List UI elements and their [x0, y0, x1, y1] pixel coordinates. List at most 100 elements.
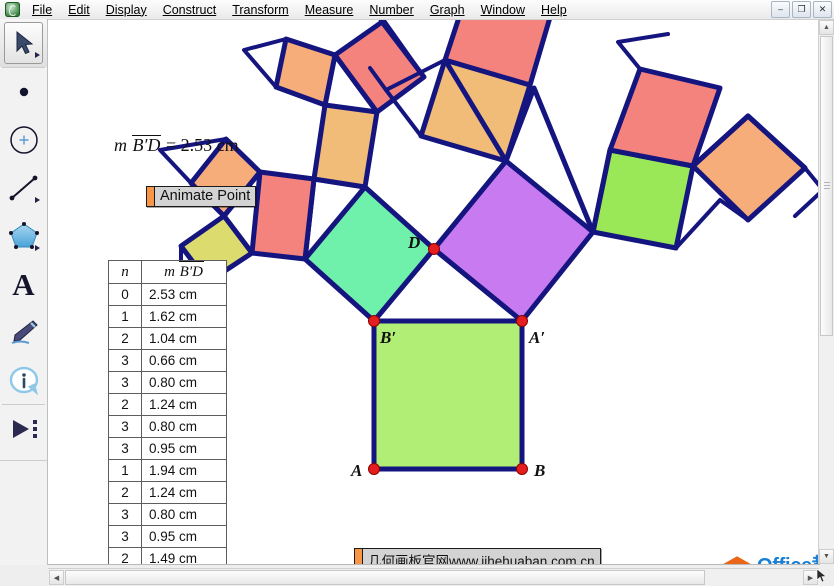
arrow-icon [16, 30, 33, 55]
table-cell-n: 3 [108, 371, 142, 394]
table-cell-n: 0 [108, 283, 142, 306]
action-button-accent-bar [147, 187, 155, 206]
table-row: 3 0.66 cm [108, 349, 227, 372]
table-row: 3 0.80 cm [108, 415, 227, 438]
menu-item-help[interactable]: Help [533, 2, 575, 18]
table-cell-measure: 0.80 cm [141, 503, 227, 526]
horizontal-scrollbar[interactable]: ◀ ▶ [48, 568, 819, 586]
table-cell-n: 1 [108, 459, 142, 482]
table-row: 3 0.80 cm [108, 503, 227, 526]
menu-item-file[interactable]: File [24, 2, 60, 18]
toolbox-empty-area [0, 460, 48, 565]
table-row: 2 1.04 cm [108, 327, 227, 350]
watermark-button[interactable]: 几何画板官网www.jihehuaban.com.cn [354, 548, 601, 564]
square-salmon-rr [607, 66, 723, 169]
table-cell-n: 3 [108, 437, 142, 460]
toolbox: A [0, 19, 48, 460]
logo-text: Office教程网 www.office26.com [757, 556, 819, 564]
square-salmon-ll [249, 169, 317, 262]
menu-item-window[interactable]: Window [473, 2, 533, 18]
menu-item-construct[interactable]: Construct [155, 2, 225, 18]
point-A-prime [516, 315, 528, 327]
table-row: 1 1.62 cm [108, 305, 227, 328]
information-tool[interactable] [0, 356, 47, 404]
restore-button[interactable]: ❐ [792, 1, 811, 18]
table-row: 1 1.94 cm [108, 459, 227, 482]
chevron-flyout-icon[interactable] [35, 52, 40, 58]
table-cell-n: 3 [108, 415, 142, 438]
measurement-equals: = [165, 135, 177, 155]
office-hex-icon [722, 556, 752, 564]
label-A: A [350, 461, 362, 480]
table-row: 0 2.53 cm [108, 283, 227, 306]
square-salmon-lr2 [332, 20, 427, 115]
menu-item-display[interactable]: Display [98, 2, 155, 18]
custom-tools[interactable] [0, 405, 47, 453]
play-triangle-icon [12, 420, 37, 438]
horizontal-scroll-thumb[interactable] [65, 570, 705, 585]
info-bubble-icon [9, 366, 38, 395]
table-row: 2 1.49 cm [108, 547, 227, 564]
point-B [516, 463, 528, 475]
measurement-table[interactable]: n m B′D 0 2.53 cm 1 1.62 cm 2 1.04 cm 3 0.66 cm… [108, 260, 227, 564]
table-row: 2 1.24 cm [108, 393, 227, 416]
action-button-accent-bar [355, 549, 363, 564]
square-purple [431, 158, 596, 324]
square-lorange-b [273, 36, 338, 108]
point-D [428, 243, 440, 255]
window-controls: – ❐ ✕ [771, 1, 832, 18]
table-row: 3 0.95 cm [108, 437, 227, 460]
sketch-canvas[interactable]: A B B′ A′ D m B′D = 2.53 cm Animate Poin… [48, 20, 820, 565]
straightedge-tool[interactable] [0, 164, 47, 212]
point-tool[interactable] [0, 68, 47, 116]
column-header-measure: m B′D [141, 260, 227, 284]
logo-title: Office教程网 [757, 556, 819, 564]
menu-item-edit[interactable]: Edit [60, 2, 98, 18]
square-lorange-rr2 [690, 113, 808, 223]
menu-item-graph[interactable]: Graph [422, 2, 473, 18]
table-cell-measure: 0.66 cm [141, 349, 227, 372]
table-cell-n: 2 [108, 393, 142, 416]
marker-tool[interactable] [0, 308, 47, 356]
arrow-select-tool[interactable] [0, 19, 47, 67]
scroll-up-button[interactable]: ▲ [819, 20, 834, 35]
square-green [302, 184, 437, 324]
polygon-tool[interactable] [0, 212, 47, 260]
point-icon [19, 87, 28, 97]
geometers-sketchpad-icon [5, 2, 20, 17]
label-B: B [533, 461, 545, 480]
table-cell-n: 2 [108, 327, 142, 350]
menu-item-measure[interactable]: Measure [297, 2, 362, 18]
vertical-scroll-thumb[interactable] [820, 36, 833, 336]
text-tool[interactable]: A [0, 260, 47, 308]
measurement-value: 2.53 cm [180, 135, 239, 155]
chevron-flyout-icon[interactable] [35, 197, 40, 203]
table-cell-measure: 1.24 cm [141, 481, 227, 504]
point-A [368, 463, 380, 475]
minimize-button[interactable]: – [771, 1, 790, 18]
table-cell-measure: 0.80 cm [141, 415, 227, 438]
compass-circle-tool[interactable] [0, 116, 47, 164]
table-cell-n: 1 [108, 305, 142, 328]
menu-item-transform[interactable]: Transform [224, 2, 297, 18]
base-square [371, 318, 525, 472]
measurement-readout[interactable]: m B′D = 2.53 cm [114, 135, 239, 156]
table-cell-measure: 1.94 cm [141, 459, 227, 482]
scroll-left-button[interactable]: ◀ [49, 570, 64, 585]
table-row: 2 1.24 cm [108, 481, 227, 504]
table-row: 3 0.95 cm [108, 525, 227, 548]
application-window: File Edit Display Construct Transform Me… [0, 0, 834, 586]
scroll-down-button[interactable]: ▼ [819, 549, 834, 564]
menu-bar: File Edit Display Construct Transform Me… [0, 0, 834, 20]
menu-item-number[interactable]: Number [361, 2, 421, 18]
table-cell-measure: 1.49 cm [141, 547, 227, 564]
table-cell-n: 3 [108, 525, 142, 548]
animate-point-button[interactable]: Animate Point [146, 186, 257, 207]
chevron-flyout-icon[interactable] [35, 245, 40, 251]
close-button[interactable]: ✕ [813, 1, 832, 18]
text-a-icon: A [12, 266, 35, 302]
vertical-scrollbar[interactable]: ▲ ▼ [818, 20, 834, 564]
table-cell-n: 3 [108, 503, 142, 526]
measurement-prefix: m [114, 135, 127, 155]
table-header-row: n m B′D [108, 260, 227, 284]
